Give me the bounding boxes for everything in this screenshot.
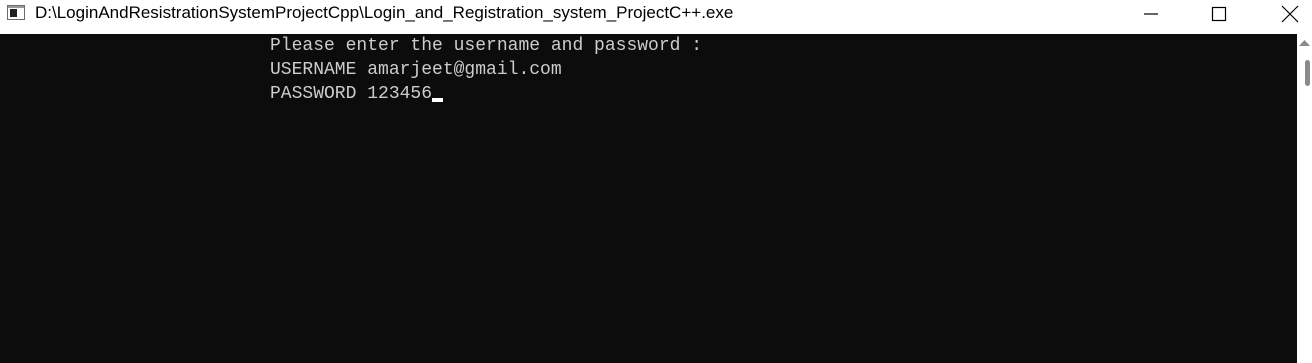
scrollbar-thumb[interactable] xyxy=(1305,60,1310,86)
text-cursor xyxy=(432,98,444,102)
console-app-icon[interactable] xyxy=(7,5,25,20)
close-button[interactable] xyxy=(1267,0,1312,28)
window-title: D:\LoginAndResistrationSystemProjectCpp\… xyxy=(35,3,734,22)
scroll-up-arrow-icon xyxy=(1299,40,1310,46)
minimize-button[interactable] xyxy=(1128,0,1174,28)
maximize-icon xyxy=(1211,6,1227,22)
title-bar[interactable]: D:\LoginAndResistrationSystemProjectCpp\… xyxy=(0,0,1312,34)
app-icon-bar xyxy=(8,6,24,8)
scroll-up-button[interactable] xyxy=(1297,34,1312,54)
vertical-scrollbar[interactable] xyxy=(1297,34,1312,363)
password-line: PASSWORD 123456 xyxy=(270,84,433,104)
close-icon xyxy=(1281,5,1299,23)
console-window: D:\LoginAndResistrationSystemProjectCpp\… xyxy=(0,0,1312,363)
password-line-container: PASSWORD 123456 xyxy=(270,82,444,106)
username-line: USERNAME amarjeet@gmail.com xyxy=(270,60,562,80)
app-icon-screen xyxy=(10,9,17,17)
minimize-icon xyxy=(1144,13,1158,15)
prompt-line: Please enter the username and password : xyxy=(270,36,703,56)
console-output[interactable]: Please enter the username and password :… xyxy=(0,34,1297,363)
maximize-button[interactable] xyxy=(1196,0,1242,28)
